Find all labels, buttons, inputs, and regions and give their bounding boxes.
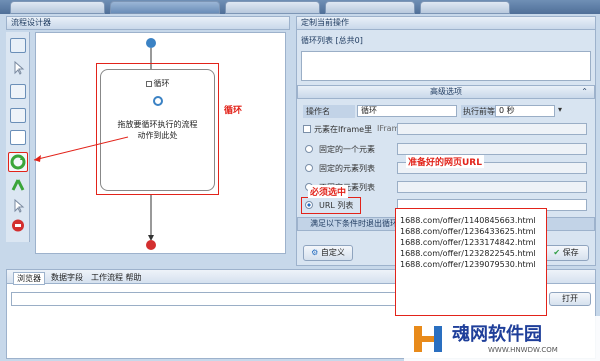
url-annotation: 准备好的网页URL	[406, 155, 484, 168]
top-tab[interactable]	[325, 1, 415, 14]
flow-canvas[interactable]: 循环 拖放要循环执行的流程动作到此处	[35, 32, 286, 254]
url-item: 1688.com/offer/1236433625.html	[400, 227, 536, 236]
loop-tool-icon[interactable]	[8, 152, 28, 172]
radio-url-list-label: URL 列表	[319, 201, 354, 210]
tab-workflow-help[interactable]: 工作流程 帮助	[91, 272, 142, 283]
watermark-url: WWW.HNWDW.COM	[488, 346, 558, 354]
iframe-label: 元素在Iframe里	[314, 125, 373, 134]
single-element-input[interactable]	[397, 143, 587, 155]
op-name-input[interactable]: 循环	[357, 105, 457, 117]
operation-panel-header: 定制当前操作	[296, 16, 596, 30]
loop-node[interactable]: 循环 拖放要循环执行的流程动作到此处	[100, 69, 215, 191]
check-icon: ✔	[553, 248, 561, 257]
toolbox	[6, 32, 30, 242]
top-tab[interactable]	[10, 1, 105, 14]
top-tab[interactable]	[420, 1, 510, 14]
condition-tool-icon[interactable]	[10, 130, 26, 145]
url-list-popup[interactable]: 1688.com/offer/1140845663.html 1688.com/…	[395, 208, 547, 316]
url-item: 1688.com/offer/1233174842.html	[400, 238, 536, 247]
operation-panel-title: 定制当前操作	[301, 18, 349, 27]
top-tab-strip	[0, 0, 600, 14]
op-name-label: 操作名	[303, 105, 355, 118]
gear-icon: ⚙	[311, 248, 319, 257]
stop-tool-icon[interactable]	[10, 218, 26, 233]
define-button[interactable]: ⚙ 自定义	[303, 245, 353, 261]
loop-node-icon	[152, 96, 163, 106]
tab-data-fields[interactable]: 数据字段	[51, 272, 83, 283]
url-item: 1688.com/offer/1140845663.html	[400, 216, 536, 225]
save-button-label: 保存	[562, 248, 579, 257]
iframe-xpath-input[interactable]	[397, 123, 587, 135]
radio-single-element[interactable]	[305, 145, 313, 153]
advanced-options-label: 高级选项	[430, 87, 462, 96]
watermark-brand: 魂网软件园	[452, 324, 542, 345]
define-button-label: 自定义	[320, 248, 345, 257]
variable-list-input[interactable]	[397, 181, 587, 193]
loop-node-title: 循环	[153, 79, 170, 88]
watermark-logo-icon	[414, 326, 442, 352]
watermark: 魂网软件园 WWW.HNWDW.COM	[404, 316, 600, 361]
branch-tool-icon[interactable]	[10, 178, 26, 193]
open-button[interactable]: 打开	[549, 292, 591, 306]
extract-data-tool-icon[interactable]	[10, 84, 26, 99]
loop-list-subheader: 循环列表 [总共0]	[301, 36, 363, 45]
loop-list-box[interactable]	[301, 51, 591, 81]
url-item: 1688.com/offer/1239079530.html	[400, 260, 536, 269]
flow-designer-header: 流程设计器	[6, 16, 290, 30]
wait-dropdown-icon[interactable]: ▾	[558, 105, 562, 114]
input-text-tool-icon[interactable]	[10, 108, 26, 123]
open-page-tool-icon[interactable]	[10, 38, 26, 53]
save-button[interactable]: ✔ 保存	[543, 245, 589, 261]
exit-condition-label: 满足以下条件时退出循环	[310, 219, 398, 228]
radio-fixed-list[interactable]	[305, 164, 313, 172]
tab-browser[interactable]: 浏览器	[13, 272, 45, 285]
advanced-options-header[interactable]: 高级选项 ⌃	[297, 85, 595, 99]
radio-fixed-list-label: 固定的元素列表	[319, 164, 375, 173]
radio-url-list[interactable]	[305, 201, 313, 209]
must-select-annotation: 必须选中	[308, 185, 349, 198]
top-tab-active[interactable]	[110, 1, 220, 14]
pointer-tool-icon[interactable]	[10, 198, 26, 213]
cursor-tool-icon[interactable]	[10, 60, 26, 75]
flow-designer-title: 流程设计器	[11, 18, 51, 27]
wait-select[interactable]: 0 秒	[495, 105, 555, 117]
loop-annotation: 循环	[224, 106, 243, 116]
url-item: 1688.com/offer/1232822545.html	[400, 249, 536, 258]
collapse-chevron-icon[interactable]: ⌃	[581, 86, 588, 98]
radio-single-label: 固定的一个元素	[319, 145, 375, 154]
iframe-checkbox[interactable]	[303, 125, 311, 133]
loop-node-hint: 拖放要循环执行的流程动作到此处	[117, 120, 198, 140]
top-tab[interactable]	[225, 1, 320, 14]
